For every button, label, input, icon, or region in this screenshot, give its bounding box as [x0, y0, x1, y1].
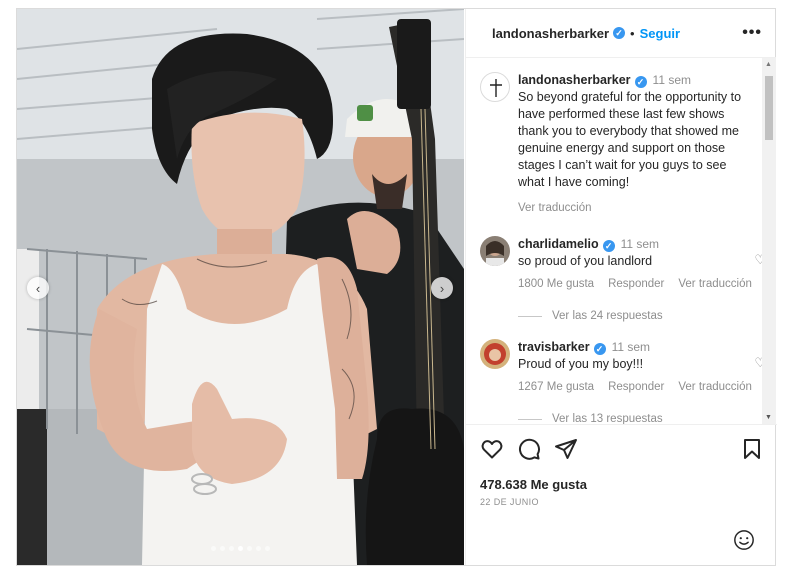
caption-text: So beyond grateful for the opportunity t…: [518, 90, 742, 189]
comments-list[interactable]: landonasherbarker ✓ 11 sem So beyond grate…: [466, 58, 777, 424]
emoji-icon[interactable]: [733, 529, 755, 551]
share-icon[interactable]: [554, 437, 578, 461]
comment-meta: 1267 Me gusta Responder Ver traducción: [518, 381, 766, 393]
view-replies[interactable]: Ver las 13 respuestas: [518, 413, 663, 424]
comment-likes[interactable]: 1267 Me gusta: [518, 381, 594, 393]
bookmark-icon[interactable]: [740, 437, 764, 461]
caption-username[interactable]: landonasherbarker: [518, 73, 631, 87]
verified-icon: ✓: [593, 343, 606, 355]
follow-button[interactable]: Seguir: [640, 26, 680, 41]
post-actions: 478.638 Me gusta 22 DE JUNIO: [466, 424, 777, 565]
avatar[interactable]: [480, 339, 510, 369]
carousel-dot: [229, 546, 234, 551]
avatar[interactable]: [480, 236, 510, 266]
comment-text: Proud of you my boy!!!: [518, 357, 644, 371]
see-translation-link[interactable]: Ver traducción: [518, 202, 592, 214]
verified-icon: ✓: [602, 240, 615, 252]
comment-time[interactable]: 11 sem: [612, 340, 650, 354]
post-photo[interactable]: ‹ ›: [17, 9, 464, 565]
post-header: landonasherbarker ✓ • Seguir •••: [466, 9, 776, 58]
comments-scrollbar[interactable]: ▲ ▼: [762, 58, 776, 424]
carousel-dot: [211, 546, 216, 551]
scroll-up-icon[interactable]: ▲: [765, 61, 772, 68]
comment-text-block: travisbarker ✓ 11 sem Proud of you my boy!…: [518, 339, 750, 373]
verified-icon: ✓: [613, 27, 626, 39]
carousel-dots: [17, 546, 464, 551]
view-replies-label[interactable]: Ver las 13 respuestas: [552, 413, 663, 424]
caption-meta: Ver traducción: [518, 202, 606, 214]
carousel-dot: [238, 546, 243, 551]
caption-text-block: landonasherbarker ✓ 11 sem So beyond grate…: [518, 72, 750, 191]
comment-username[interactable]: charlidamelio: [518, 237, 599, 251]
like-count[interactable]: 478.638 Me gusta: [480, 477, 587, 492]
chevron-right-icon[interactable]: ›: [431, 277, 453, 299]
post-date[interactable]: 22 DE JUNIO: [480, 497, 539, 507]
scroll-down-icon[interactable]: ▼: [765, 414, 772, 421]
post-author-username[interactable]: landonasherbarker: [492, 26, 609, 41]
post-side-panel: landonasherbarker ✓ • Seguir ••• landona…: [465, 9, 777, 565]
carousel-dot: [256, 546, 261, 551]
photo-illustration: [17, 9, 464, 565]
heart-icon[interactable]: [480, 437, 504, 461]
instagram-post: ‹ › landonasherbarker ✓ • Seguir ••• lan…: [16, 8, 777, 566]
header-separator: •: [630, 25, 635, 41]
carousel-dot: [247, 546, 252, 551]
translate-link[interactable]: Ver traducción: [678, 278, 752, 290]
replies-line: [518, 418, 542, 420]
carousel-dot: [265, 546, 270, 551]
avatar[interactable]: [480, 72, 510, 102]
verified-icon: ✓: [634, 76, 647, 88]
more-icon[interactable]: •••: [742, 24, 762, 42]
view-replies[interactable]: Ver las 24 respuestas: [518, 310, 663, 322]
reply-button[interactable]: Responder: [608, 278, 664, 290]
comment-time[interactable]: 11 sem: [621, 237, 659, 251]
action-icons: [480, 437, 764, 463]
translate-link[interactable]: Ver traducción: [678, 381, 752, 393]
carousel-dot: [220, 546, 225, 551]
comment-likes[interactable]: 1800 Me gusta: [518, 278, 594, 290]
chevron-left-icon[interactable]: ‹: [27, 277, 49, 299]
replies-line: [518, 315, 542, 317]
view-replies-label[interactable]: Ver las 24 respuestas: [552, 310, 663, 322]
comment-username[interactable]: travisbarker: [518, 340, 590, 354]
scrollbar-thumb[interactable]: [765, 76, 773, 140]
reply-button[interactable]: Responder: [608, 381, 664, 393]
comment-meta: 1800 Me gusta Responder Ver traducción: [518, 278, 766, 290]
comment-text: so proud of you landlord: [518, 254, 653, 268]
caption-time[interactable]: 11 sem: [653, 73, 691, 87]
comment-text-block: charlidamelio ✓ 11 sem so proud of you lan…: [518, 236, 750, 270]
comment-icon[interactable]: [517, 437, 541, 461]
